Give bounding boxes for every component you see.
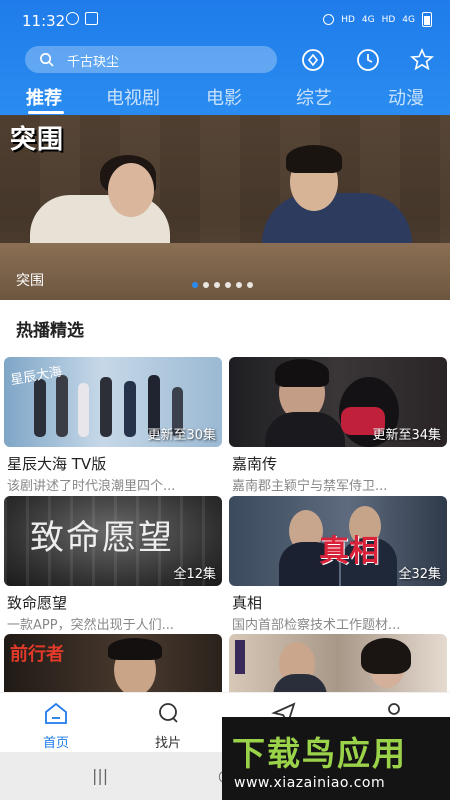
favorite-icon bbox=[409, 47, 435, 71]
status-bar: 11:32 HD 4G HD 4G bbox=[0, 0, 450, 42]
video-description: 该剧讲述了时代浪潮里四个... bbox=[7, 479, 176, 494]
hero-banner[interactable]: 突围 突围 bbox=[0, 115, 450, 300]
banner-caption: 突围 bbox=[16, 273, 44, 289]
home-icon bbox=[45, 702, 67, 724]
video-description: 国内首部检察技术工作题材... bbox=[232, 618, 401, 633]
hd-label-1: HD bbox=[341, 14, 355, 25]
nav-discover-label: 找片 bbox=[154, 736, 181, 751]
video-poster: 更新至34集 bbox=[229, 357, 447, 447]
status-right: HD 4G HD 4G bbox=[323, 12, 432, 27]
recent-apps-button[interactable]: ||| bbox=[92, 766, 108, 785]
pagination-dot[interactable] bbox=[225, 282, 231, 288]
watermark-url: www.xiazainiao.com bbox=[234, 775, 386, 791]
search-icon bbox=[159, 703, 178, 723]
tab-anime[interactable]: 动漫 bbox=[388, 84, 424, 110]
network-label-1: 4G bbox=[361, 14, 375, 25]
favorite-button[interactable] bbox=[409, 47, 435, 73]
pagination-dot[interactable] bbox=[247, 282, 253, 288]
video-title: 真相 bbox=[232, 594, 263, 612]
search-placeholder: 千古玦尘 bbox=[67, 55, 120, 70]
pagination-dot[interactable] bbox=[203, 282, 209, 288]
category-tabs: 推荐 电视剧 电影 综艺 动漫 bbox=[0, 84, 450, 114]
video-description: 一款APP，突然出现于人们... bbox=[7, 618, 174, 633]
watermark-title: 下载鸟应用 bbox=[232, 734, 407, 773]
hd-label-2: HD bbox=[381, 14, 396, 25]
alarm-icon bbox=[323, 14, 335, 25]
status-time: 11:32 bbox=[22, 12, 66, 30]
video-title: 致命愿望 bbox=[7, 594, 68, 612]
nav-discover[interactable]: 找片 bbox=[138, 701, 198, 751]
battery-icon bbox=[422, 12, 432, 27]
pagination-dot[interactable] bbox=[192, 282, 198, 288]
search-input[interactable]: 千古玦尘 bbox=[25, 46, 277, 73]
poster-title: 前行者 bbox=[10, 644, 64, 665]
video-title: 嘉南传 bbox=[232, 455, 278, 473]
search-icon bbox=[39, 52, 54, 71]
nav-home-label: 首页 bbox=[42, 736, 69, 751]
video-title: 星辰大海 TV版 bbox=[7, 455, 107, 473]
episode-badge: 全12集 bbox=[173, 567, 216, 582]
notification-icon bbox=[66, 12, 79, 25]
banner-pagination bbox=[192, 282, 253, 288]
tab-movies[interactable]: 电影 bbox=[206, 84, 242, 110]
episode-badge: 全32集 bbox=[398, 567, 441, 582]
history-button[interactable] bbox=[355, 47, 381, 73]
poster-title: 致命愿望 bbox=[30, 518, 174, 558]
history-icon bbox=[357, 49, 379, 71]
pagination-dot[interactable] bbox=[214, 282, 220, 288]
banner-figure-right-hair bbox=[286, 145, 342, 173]
watermark-overlay: 下载鸟应用 www.xiazainiao.com bbox=[222, 717, 450, 800]
tab-tv-series[interactable]: 电视剧 bbox=[106, 84, 160, 110]
banner-logo: 突围 bbox=[10, 125, 65, 155]
episode-badge: 更新至30集 bbox=[147, 428, 216, 443]
video-description: 嘉南郡主颖宁与禁军侍卫... bbox=[232, 479, 388, 494]
section-title: 热播精选 bbox=[16, 321, 84, 341]
network-label-2: 4G bbox=[402, 14, 415, 25]
tab-recommend[interactable]: 推荐 bbox=[26, 84, 62, 110]
active-tab-indicator bbox=[28, 111, 64, 114]
vip-button[interactable] bbox=[300, 47, 326, 73]
video-poster: 致命愿望 全12集 bbox=[4, 496, 222, 586]
app-header: 11:32 HD 4G HD 4G 千古玦尘 推荐 电视剧 电影 综艺 动漫 bbox=[0, 0, 450, 115]
video-poster: 星辰大海 更新至30集 bbox=[4, 357, 222, 447]
vip-icon bbox=[302, 49, 324, 71]
video-poster: 真相 全32集 bbox=[229, 496, 447, 586]
banner-figure-left-head bbox=[108, 163, 154, 217]
tab-variety[interactable]: 综艺 bbox=[296, 84, 332, 110]
nav-home[interactable]: 首页 bbox=[26, 701, 86, 751]
banner-desk bbox=[0, 243, 450, 300]
status-notification-icons bbox=[66, 12, 98, 25]
pagination-dot[interactable] bbox=[236, 282, 242, 288]
episode-badge: 更新至34集 bbox=[372, 428, 441, 443]
gallery-icon bbox=[85, 12, 98, 25]
poster-title: 真相 bbox=[319, 534, 379, 569]
